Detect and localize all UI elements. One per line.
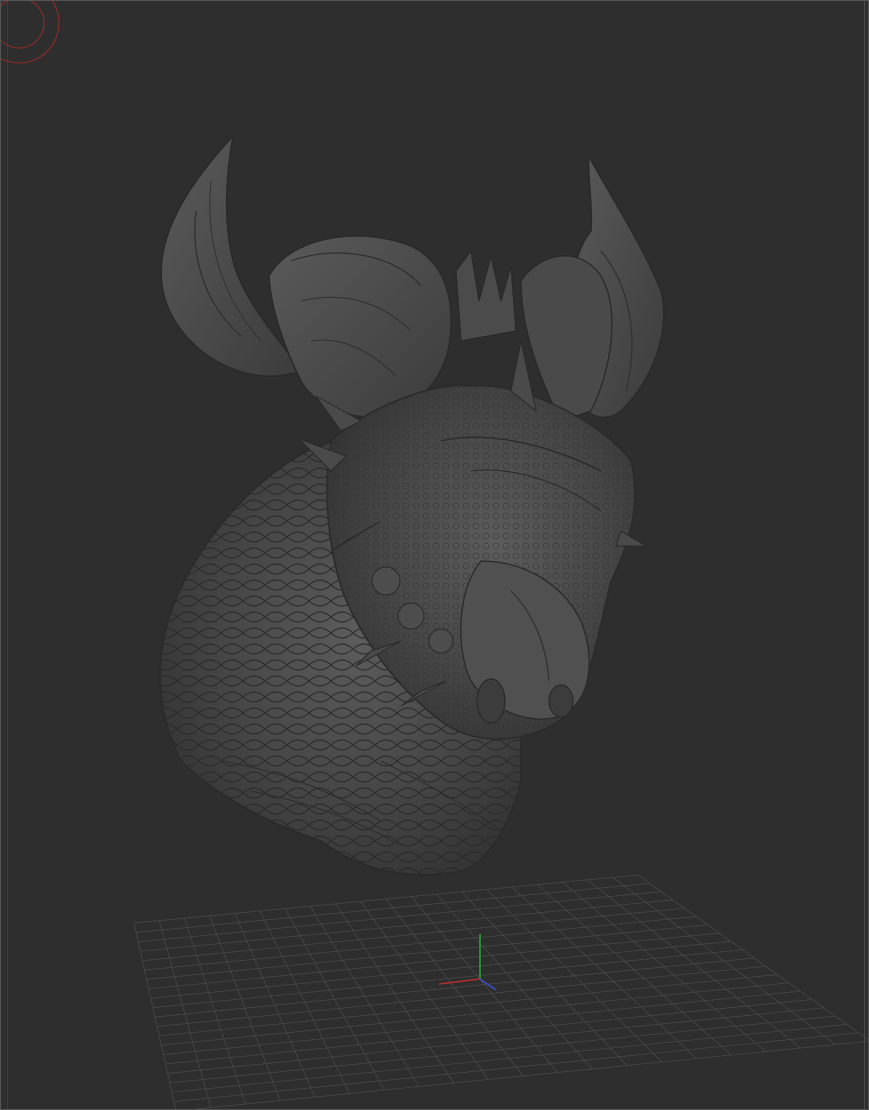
grid-line: [169, 1015, 836, 1084]
grid-line: [612, 877, 836, 1045]
floor-grid: [133, 874, 868, 1109]
world-axes: [438, 934, 497, 991]
viewport-canvas[interactable]: [1, 1, 869, 1110]
navigation-gizmo[interactable]: [1, 1, 60, 64]
3d-viewport[interactable]: [0, 0, 869, 1110]
grid-line: [171, 1024, 847, 1093]
dragon-head-sculpt[interactable]: [159, 133, 665, 876]
